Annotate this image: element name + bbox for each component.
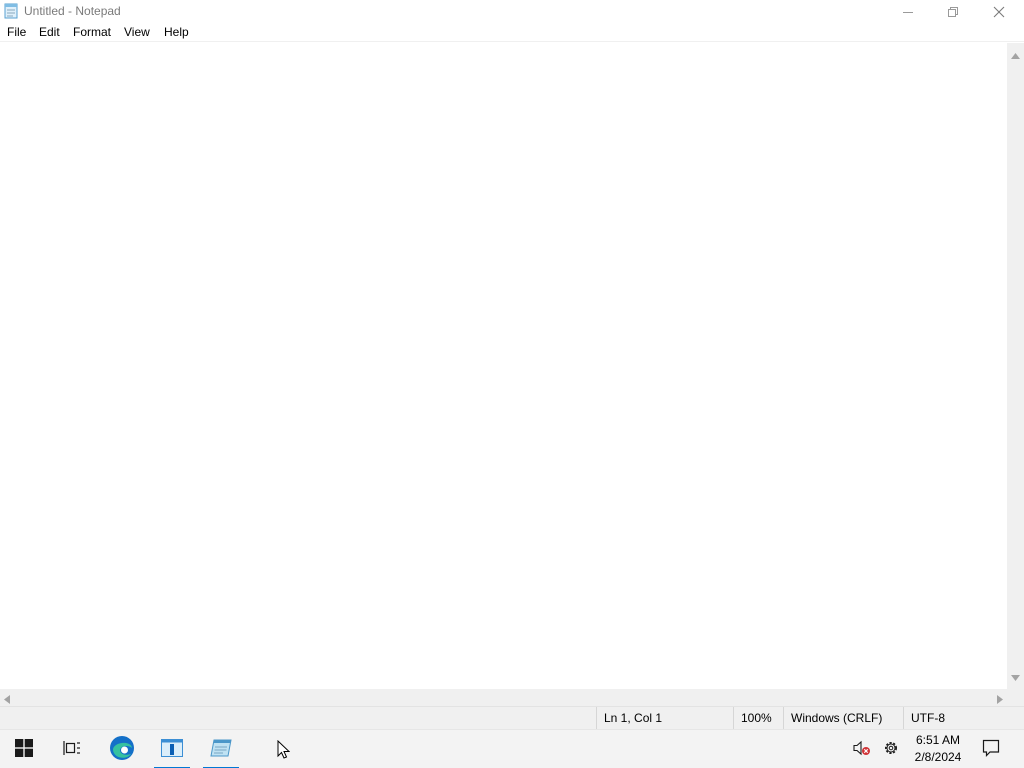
- notification-icon: [982, 739, 1000, 760]
- vertical-scrollbar[interactable]: [1007, 43, 1024, 689]
- menu-format[interactable]: Format: [73, 25, 111, 39]
- menu-edit[interactable]: Edit: [39, 25, 60, 39]
- start-button[interactable]: [4, 730, 44, 768]
- settings-tray-button[interactable]: [879, 730, 903, 768]
- scroll-up-icon[interactable]: [1011, 48, 1020, 62]
- windows-start-icon: [15, 739, 33, 760]
- title-bar[interactable]: Untitled - Notepad: [0, 0, 1024, 23]
- menu-file[interactable]: File: [7, 25, 26, 39]
- text-editor-area[interactable]: [0, 43, 1007, 689]
- status-cursor-position: Ln 1, Col 1: [596, 707, 733, 729]
- notification-center-button[interactable]: [978, 730, 1004, 768]
- notepad-icon: [3, 3, 19, 19]
- scroll-right-icon[interactable]: [997, 693, 1003, 707]
- status-bar: Ln 1, Col 1 100% Windows (CRLF) UTF-8: [0, 706, 1024, 729]
- volume-button[interactable]: [850, 730, 874, 768]
- horizontal-scrollbar[interactable]: [0, 689, 1007, 706]
- task-view-icon: [63, 740, 81, 759]
- edge-taskbar-button[interactable]: [102, 730, 142, 768]
- minimize-button[interactable]: [885, 0, 931, 23]
- app-window-taskbar-button[interactable]: [151, 730, 193, 768]
- mouse-cursor-icon: [277, 739, 291, 762]
- status-zoom: 100%: [733, 707, 783, 729]
- clock-time: 6:51 AM: [915, 733, 961, 747]
- status-encoding: UTF-8: [903, 707, 1013, 729]
- restore-icon: [948, 6, 958, 17]
- system-clock[interactable]: 6:51 AM 2/8/2024: [908, 732, 968, 766]
- window-title: Untitled - Notepad: [24, 4, 121, 18]
- status-line-ending: Windows (CRLF): [783, 707, 903, 729]
- minimize-icon: [903, 7, 913, 17]
- clock-date: 2/8/2024: [914, 750, 962, 764]
- close-button[interactable]: [976, 0, 1022, 23]
- menu-view[interactable]: View: [124, 25, 150, 39]
- taskbar: 6:51 AM 2/8/2024: [0, 729, 1024, 768]
- scroll-down-icon[interactable]: [1011, 670, 1020, 684]
- scroll-left-icon[interactable]: [4, 693, 10, 707]
- volume-muted-icon: [853, 740, 871, 759]
- edge-icon: [109, 735, 135, 764]
- maximize-button[interactable]: [930, 0, 976, 23]
- menu-help[interactable]: Help: [164, 25, 189, 39]
- app-window-icon: [161, 739, 183, 760]
- text-editor[interactable]: [0, 43, 1007, 689]
- close-icon: [993, 6, 1005, 18]
- settings-gear-icon: [883, 740, 899, 759]
- menu-bar: File Edit Format View Help: [0, 23, 1024, 42]
- task-view-button[interactable]: [52, 730, 92, 768]
- notepad-icon: [209, 738, 233, 761]
- notepad-taskbar-button[interactable]: [200, 730, 242, 768]
- scrollbar-corner: [1007, 689, 1024, 706]
